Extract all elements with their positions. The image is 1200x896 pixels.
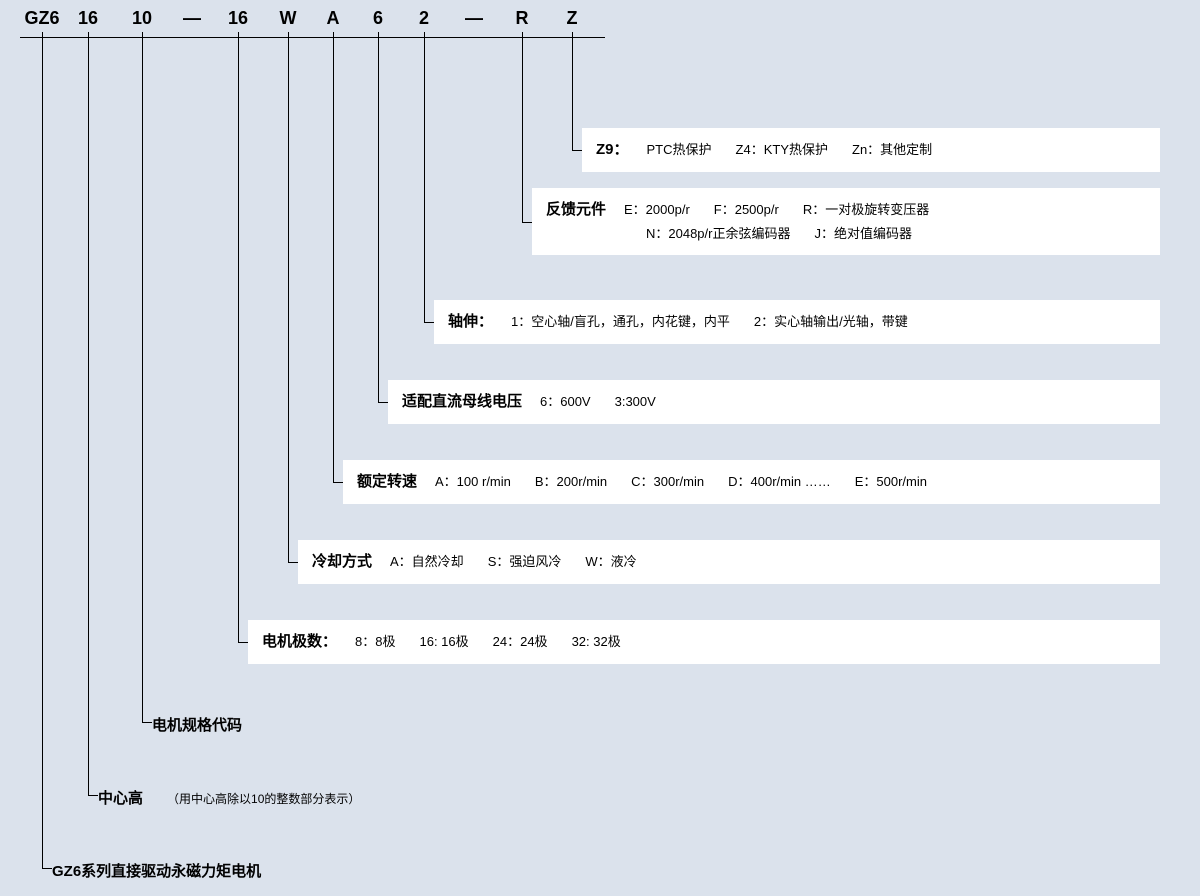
connector-line (288, 562, 298, 563)
code-segment: 6 (373, 8, 383, 29)
connector-line (288, 37, 289, 562)
connector-line (424, 37, 425, 322)
option-value: D：400r/min …… (728, 474, 831, 489)
code-segment: — (183, 8, 201, 29)
connector-line (378, 37, 379, 402)
baseline (20, 37, 605, 38)
connector-line (522, 222, 532, 223)
description-box: 额定转速 A：100 r/min B：200r/min C：300r/min D：400… (343, 460, 1160, 504)
option-value: F：2500p/r (714, 202, 779, 217)
option-value: Z4：KTY热保护 (736, 142, 828, 157)
connector-line (238, 642, 248, 643)
option-value: 16: 16极 (419, 634, 468, 649)
field-label: 额定转速 (357, 473, 417, 490)
option-value: PTC热保护 (647, 142, 712, 157)
connector-line (42, 37, 43, 868)
connector-line (42, 868, 52, 869)
connector-line (522, 37, 523, 222)
code-segment: 16 (228, 8, 248, 29)
description-box: 中心高 （用中心高除以10的整数部分表示） (98, 781, 1160, 817)
option-value: 2：实心轴输出/光轴，带键 (754, 314, 908, 329)
field-label: 轴伸： (448, 313, 493, 330)
description-box: 冷却方式 A：自然冷却 S：强迫风冷 W：液冷 (298, 540, 1160, 584)
connector-line (572, 150, 582, 151)
option-value: 6：600V (540, 394, 591, 409)
option-value: 24：24极 (493, 634, 548, 649)
code-segment: R (516, 8, 529, 29)
description-box: 适配直流母线电压 6：600V 3:300V (388, 380, 1160, 424)
code-segment: A (327, 8, 340, 29)
description-box: GZ6系列直接驱动永磁力矩电机 (52, 854, 1160, 890)
connector-line (333, 37, 334, 482)
code-segment: 16 (78, 8, 98, 29)
field-label: 中心高 (98, 790, 143, 807)
description-box: 电机极数： 8：8极 16: 16极 24：24极 32: 32极 (248, 620, 1160, 664)
field-label: GZ6系列直接驱动永磁力矩电机 (52, 863, 261, 880)
option-value: Zn：其他定制 (852, 142, 932, 157)
field-sublabel: （用中心高除以10的整数部分表示） (167, 792, 360, 806)
option-value: E：2000p/r (624, 202, 690, 217)
code-segment: — (465, 8, 483, 29)
description-box: 电机规格代码 (152, 708, 1160, 744)
code-segment: Z (567, 8, 578, 29)
connector-line (88, 795, 98, 796)
option-value: 1：空心轴/盲孔，通孔，内花键，内平 (511, 314, 730, 329)
option-value: 8：8极 (355, 634, 395, 649)
option-value: S：强迫风冷 (488, 554, 562, 569)
option-value: W：液冷 (585, 554, 636, 569)
field-label: 适配直流母线电压 (402, 393, 522, 410)
field-label: 电机极数： (262, 633, 337, 650)
field-label: Z9： (596, 141, 629, 158)
code-segment: W (280, 8, 297, 29)
description-box: 轴伸： 1：空心轴/盲孔，通孔，内花键，内平 2：实心轴输出/光轴，带键 (434, 300, 1160, 344)
description-box: Z9： PTC热保护 Z4：KTY热保护 Zn：其他定制 (582, 128, 1160, 172)
option-value: J：绝对值编码器 (814, 226, 912, 241)
connector-line (333, 482, 343, 483)
option-value: A：自然冷却 (390, 554, 464, 569)
option-value: E：500r/min (855, 474, 927, 489)
connector-line (142, 722, 152, 723)
option-value: R：一对极旋转变压器 (803, 202, 929, 217)
field-label: 电机规格代码 (152, 717, 242, 734)
field-label: 反馈元件 (546, 201, 606, 218)
option-value: 3:300V (615, 394, 656, 409)
description-box: 反馈元件 E：2000p/r F：2500p/r R：一对极旋转变压器 N：2048p/… (532, 188, 1160, 255)
option-value: N：2048p/r正余弦编码器 (646, 226, 790, 241)
connector-line (572, 37, 573, 150)
option-value: C：300r/min (631, 474, 704, 489)
option-value: A：100 r/min (435, 474, 511, 489)
code-segment: GZ6 (24, 8, 59, 29)
connector-line (378, 402, 388, 403)
field-label: 冷却方式 (312, 553, 372, 570)
connector-line (88, 37, 89, 795)
connector-line (424, 322, 434, 323)
code-segment: 2 (419, 8, 429, 29)
connector-line (142, 37, 143, 722)
connector-line (238, 37, 239, 642)
option-value: B：200r/min (535, 474, 607, 489)
option-value: 32: 32极 (572, 634, 621, 649)
code-segment: 10 (132, 8, 152, 29)
